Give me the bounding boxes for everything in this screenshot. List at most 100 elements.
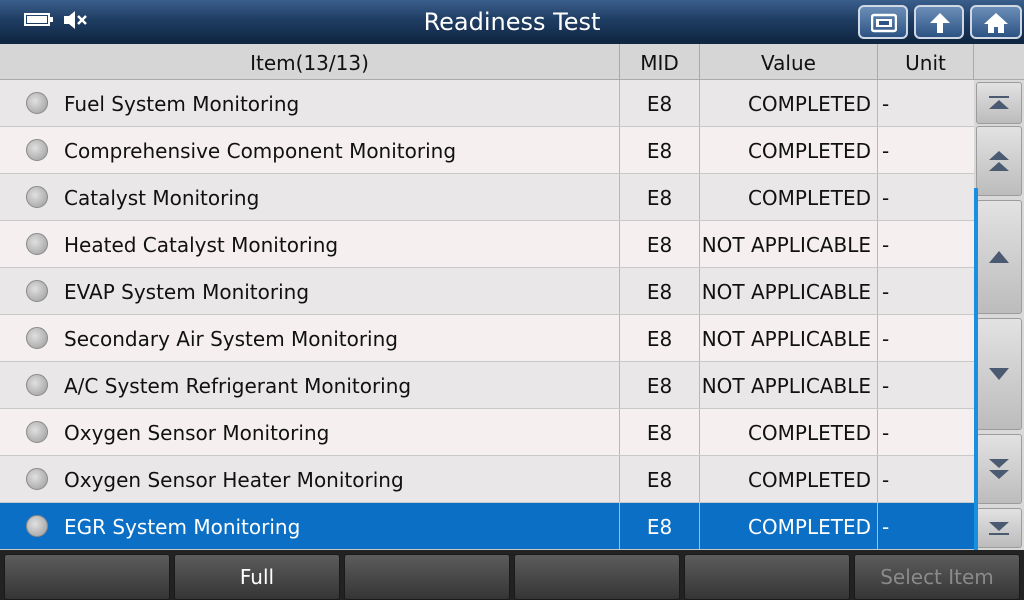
row-unit: - — [882, 374, 890, 398]
table-row[interactable]: Fuel System Monitoring E8 COMPLETED - — [0, 80, 974, 127]
row-value: NOT APPLICABLE — [700, 362, 878, 408]
scroll-top-button[interactable] — [976, 82, 1022, 124]
row-value: COMPLETED — [700, 409, 878, 455]
radio-icon[interactable] — [26, 139, 48, 161]
row-item-cell: Oxygen Sensor Monitoring — [0, 409, 620, 455]
screenshot-button[interactable] — [858, 5, 908, 39]
radio-icon[interactable] — [26, 374, 48, 396]
column-header-value: Value — [700, 44, 878, 80]
row-value: COMPLETED — [700, 503, 878, 549]
row-item-cell: Comprehensive Component Monitoring — [0, 127, 620, 173]
function-button-empty-4[interactable] — [514, 554, 680, 600]
row-mid: E8 — [620, 456, 700, 502]
radio-icon[interactable] — [26, 515, 48, 537]
screenshot-icon — [871, 13, 897, 33]
radio-icon[interactable] — [26, 327, 48, 349]
radio-icon[interactable] — [26, 468, 48, 490]
row-item-cell: Secondary Air System Monitoring — [0, 315, 620, 361]
radio-icon[interactable] — [26, 421, 48, 443]
row-item-cell: EGR System Monitoring — [0, 503, 620, 549]
table-row[interactable]: Oxygen Sensor Monitoring E8 COMPLETED - — [0, 409, 974, 456]
row-unit: - — [882, 280, 890, 304]
row-item-label: Catalyst Monitoring — [64, 186, 260, 210]
row-item-label: Heated Catalyst Monitoring — [64, 233, 339, 257]
row-item-cell: Heated Catalyst Monitoring — [0, 221, 620, 267]
scroll-bottom-button[interactable] — [976, 508, 1022, 548]
scroll-up-icon — [989, 251, 1009, 263]
table-row[interactable]: Oxygen Sensor Heater Monitoring E8 COMPLET… — [0, 456, 974, 503]
column-header-item: Item(13/13) — [0, 44, 620, 80]
row-item-label: Oxygen Sensor Monitoring — [64, 421, 330, 445]
column-header-mid: MID — [620, 44, 700, 80]
page-up-button[interactable] — [976, 126, 1022, 196]
scroll-position-indicator — [974, 188, 978, 550]
page-down-button[interactable] — [976, 434, 1022, 504]
row-mid: E8 — [620, 503, 700, 549]
row-item-label: EGR System Monitoring — [64, 515, 301, 539]
row-item-label: Secondary Air System Monitoring — [64, 327, 398, 351]
row-item-label: Oxygen Sensor Heater Monitoring — [64, 468, 404, 492]
home-button[interactable] — [970, 5, 1022, 39]
column-header-unit: Unit — [878, 44, 974, 80]
scroll-down-icon — [989, 368, 1009, 380]
home-icon — [984, 13, 1008, 33]
row-item-label: Comprehensive Component Monitoring — [64, 139, 457, 163]
row-item-cell: A/C System Refrigerant Monitoring — [0, 362, 620, 408]
table-row[interactable]: Comprehensive Component Monitoring E8 COMP… — [0, 127, 974, 174]
row-value: COMPLETED — [700, 456, 878, 502]
row-item-cell: EVAP System Monitoring — [0, 268, 620, 314]
row-mid: E8 — [620, 80, 700, 126]
row-item-label: EVAP System Monitoring — [64, 280, 310, 304]
table-row[interactable]: Heated Catalyst Monitoring E8 NOT APPLICAB… — [0, 221, 974, 268]
row-value: NOT APPLICABLE — [700, 315, 878, 361]
row-item-cell: Fuel System Monitoring — [0, 80, 620, 126]
row-item-cell: Catalyst Monitoring — [0, 174, 620, 220]
row-unit: - — [882, 92, 890, 116]
page-up-icon — [989, 151, 1009, 171]
table-row[interactable]: A/C System Refrigerant Monitoring E8 NOT A… — [0, 362, 974, 409]
table-row[interactable]: EGR System Monitoring E8 COMPLETED - — [0, 503, 974, 550]
row-unit: - — [882, 515, 890, 539]
row-item-cell: Oxygen Sensor Heater Monitoring — [0, 456, 620, 502]
table-row[interactable]: Catalyst Monitoring E8 COMPLETED - — [0, 174, 974, 221]
row-value: COMPLETED — [700, 127, 878, 173]
row-unit: - — [882, 139, 890, 163]
row-unit: - — [882, 186, 890, 210]
table-header: Item(13/13) MID Value Unit — [0, 44, 1024, 80]
table-row[interactable]: Secondary Air System Monitoring E8 NOT APP… — [0, 315, 974, 362]
row-unit: - — [882, 421, 890, 445]
row-unit: - — [882, 233, 890, 257]
scroll-up-button[interactable] — [976, 200, 1022, 314]
function-bar: Full Select Item — [0, 550, 1024, 600]
title-bar: Readiness Test — [0, 0, 1024, 44]
row-mid: E8 — [620, 315, 700, 361]
row-mid: E8 — [620, 221, 700, 267]
radio-icon[interactable] — [26, 233, 48, 255]
scroll-controls — [974, 80, 1024, 550]
row-unit: - — [882, 327, 890, 351]
scroll-down-button[interactable] — [976, 318, 1022, 430]
column-header-spacer — [974, 44, 1024, 80]
table-row[interactable]: EVAP System Monitoring E8 NOT APPLICABLE - — [0, 268, 974, 315]
row-mid: E8 — [620, 174, 700, 220]
function-button-full[interactable]: Full — [174, 554, 340, 600]
function-button-empty-5[interactable] — [684, 554, 850, 600]
radio-icon[interactable] — [26, 186, 48, 208]
radio-icon[interactable] — [26, 92, 48, 114]
row-item-label: Fuel System Monitoring — [64, 92, 300, 116]
row-value: NOT APPLICABLE — [700, 268, 878, 314]
back-button[interactable] — [914, 5, 964, 39]
row-item-label: A/C System Refrigerant Monitoring — [64, 374, 412, 398]
function-button-empty-1[interactable] — [4, 554, 170, 600]
row-mid: E8 — [620, 268, 700, 314]
radio-icon[interactable] — [26, 280, 48, 302]
scroll-bottom-icon — [989, 522, 1009, 535]
page-down-icon — [989, 459, 1009, 479]
row-mid: E8 — [620, 409, 700, 455]
row-mid: E8 — [620, 362, 700, 408]
scroll-top-icon — [989, 96, 1009, 109]
function-button-empty-3[interactable] — [344, 554, 510, 600]
row-value: COMPLETED — [700, 174, 878, 220]
function-button-select-item: Select Item — [854, 554, 1020, 600]
readiness-table: Fuel System Monitoring E8 COMPLETED - Compre… — [0, 80, 974, 550]
